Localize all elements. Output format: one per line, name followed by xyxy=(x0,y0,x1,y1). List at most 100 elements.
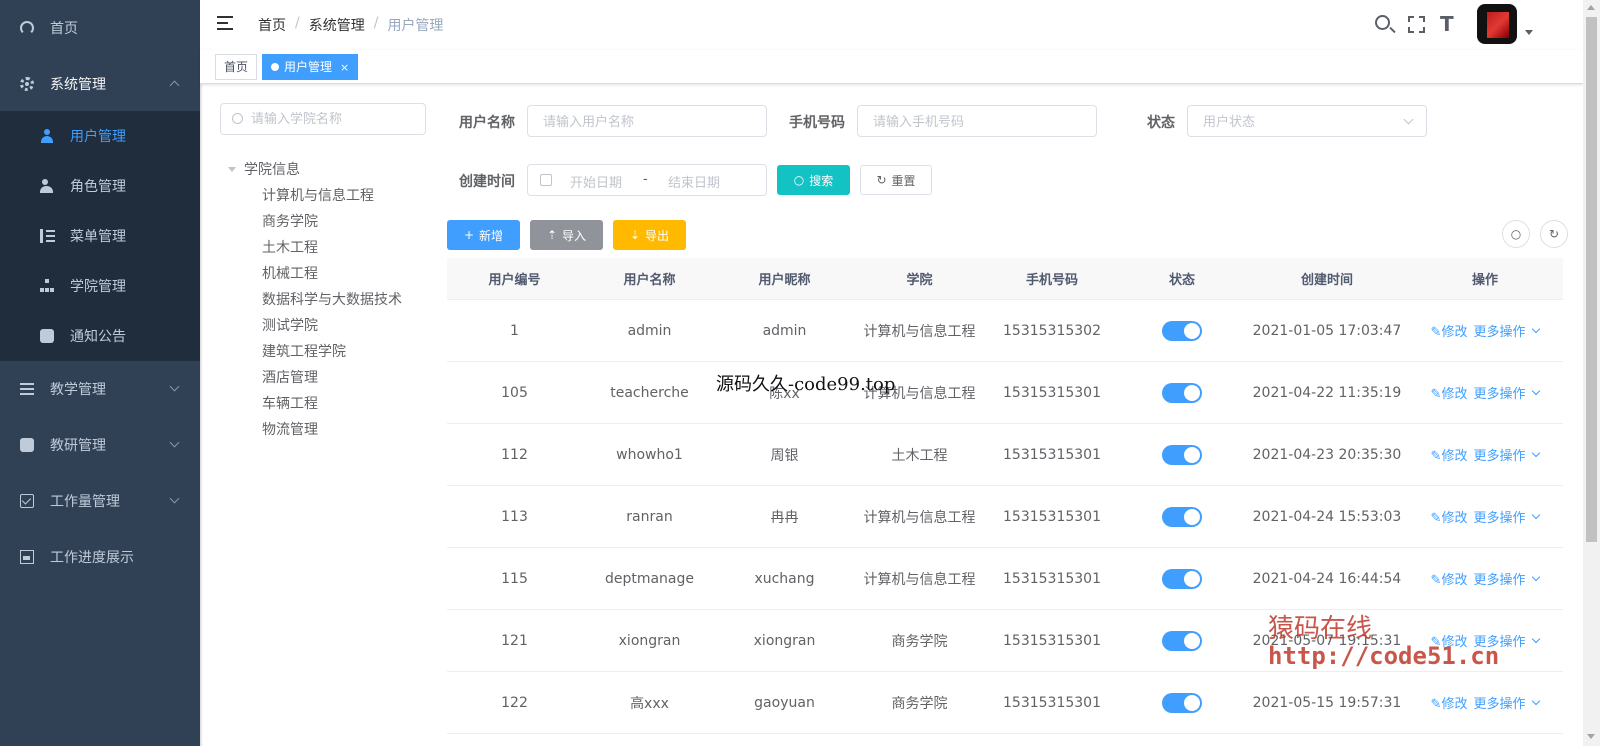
column-header: 手机号码 xyxy=(1025,273,1078,288)
status-toggle[interactable] xyxy=(1162,320,1202,341)
caret-down-icon[interactable] xyxy=(1525,30,1533,35)
page-scrollbar[interactable] xyxy=(1583,0,1600,746)
table-cell-status xyxy=(1117,672,1247,733)
username-input[interactable] xyxy=(527,105,767,137)
sidebar-item-workload[interactable]: 工作量管理 xyxy=(0,473,200,529)
sidebar-item-notices[interactable]: 通知公告 xyxy=(0,311,200,361)
tree-root-label: 学院信息 xyxy=(244,162,300,178)
chevron-up-icon xyxy=(169,80,180,91)
export-button[interactable]: ⇣ 导出 xyxy=(613,220,686,250)
tree-node[interactable]: 车辆工程 xyxy=(262,393,318,413)
tree-node[interactable]: 酒店管理 xyxy=(262,367,318,387)
status-toggle[interactable] xyxy=(1162,630,1202,651)
breadcrumb-home[interactable]: 首页 xyxy=(258,15,286,35)
sidebar-item-home[interactable]: 首页 xyxy=(0,0,200,56)
tree-node[interactable]: 商务学院 xyxy=(262,211,318,231)
tag-home[interactable]: 首页 xyxy=(215,54,258,80)
edit-button[interactable]: ✎修改 xyxy=(1431,569,1468,588)
more-actions-dropdown[interactable]: 更多操作 xyxy=(1473,321,1541,340)
edit-button[interactable]: ✎修改 xyxy=(1431,693,1468,712)
tree-node[interactable]: 物流管理 xyxy=(262,419,318,439)
search-button[interactable]: ○ 搜索 xyxy=(777,165,850,195)
fullscreen-icon[interactable] xyxy=(1408,16,1425,33)
sidebar-item-progress[interactable]: 工作进度展示 xyxy=(0,529,200,585)
reset-button[interactable]: ↻ 重置 xyxy=(860,165,932,195)
scroll-down-icon[interactable] xyxy=(1587,734,1595,739)
refresh-button[interactable]: ↻ xyxy=(1540,220,1568,248)
sidebar-item-users[interactable]: 用户管理 xyxy=(0,111,200,161)
more-actions-dropdown[interactable]: 更多操作 xyxy=(1473,507,1541,526)
table-cell-created: 2021-04-23 20:35:30 xyxy=(1252,446,1402,463)
college-search-input[interactable] xyxy=(220,103,426,135)
avatar[interactable] xyxy=(1477,4,1517,44)
status-toggle[interactable] xyxy=(1162,692,1202,713)
status-select[interactable] xyxy=(1187,105,1427,137)
plus-icon: + xyxy=(463,228,475,242)
chevron-down-icon xyxy=(1532,634,1541,644)
status-toggle[interactable] xyxy=(1162,506,1202,527)
more-actions-dropdown[interactable]: 更多操作 xyxy=(1473,383,1541,402)
table-cell-id: 105 xyxy=(501,384,528,401)
chevron-down-icon xyxy=(1532,448,1541,458)
tree-root[interactable]: 学院信息 xyxy=(228,159,300,179)
breadcrumb-separator: / xyxy=(295,15,300,31)
sidebar-item-label: 首页 xyxy=(50,21,78,37)
table-cell-college: 计算机与信息工程 xyxy=(863,571,976,588)
phone-field[interactable] xyxy=(873,112,1064,132)
hamburger-icon[interactable] xyxy=(217,16,233,30)
search-icon[interactable] xyxy=(1375,15,1390,30)
sidebar-item-teaching[interactable]: 教学管理 xyxy=(0,361,200,417)
toggle-search-button[interactable]: ○ xyxy=(1502,220,1530,248)
tree-node[interactable]: 机械工程 xyxy=(262,263,318,283)
tree-node[interactable]: 测试学院 xyxy=(262,315,318,335)
sidebar-item-system[interactable]: 系统管理 xyxy=(0,56,200,112)
sidebar-item-roles[interactable]: 角色管理 xyxy=(0,161,200,211)
caret-down-icon[interactable] xyxy=(228,166,236,172)
tag-user-management[interactable]: 用户管理 × xyxy=(262,54,359,80)
tree-node[interactable]: 计算机与信息工程 xyxy=(262,185,374,205)
scroll-up-icon[interactable] xyxy=(1587,5,1595,10)
table-cell-username: whowho1 xyxy=(616,446,683,463)
username-field[interactable] xyxy=(543,112,734,132)
more-actions-dropdown[interactable]: 更多操作 xyxy=(1473,569,1541,588)
breadcrumb-system[interactable]: 系统管理 xyxy=(309,15,365,35)
edit-button[interactable]: ✎修改 xyxy=(1431,445,1468,464)
edit-button[interactable]: ✎修改 xyxy=(1431,507,1468,526)
chevron-down-icon xyxy=(1532,510,1541,520)
tree-node[interactable]: 建筑工程学院 xyxy=(262,341,346,361)
table-cell-phone: 15315315301 xyxy=(1003,384,1101,401)
scrollbar-thumb[interactable] xyxy=(1586,17,1597,542)
add-button[interactable]: + 新增 xyxy=(447,220,520,250)
edit-button[interactable]: ✎修改 xyxy=(1431,321,1468,340)
table-cell-phone: 15315315301 xyxy=(1003,508,1101,525)
sidebar-item-colleges[interactable]: 学院管理 xyxy=(0,261,200,311)
message-icon xyxy=(20,438,34,452)
close-icon[interactable]: × xyxy=(340,61,349,74)
table-cell-nickname: admin xyxy=(762,322,807,339)
font-size-icon[interactable] xyxy=(1440,12,1460,36)
phone-input[interactable] xyxy=(857,105,1097,137)
more-actions-label: 更多操作 xyxy=(1473,511,1526,526)
sidebar-item-label: 系统管理 xyxy=(50,77,106,93)
status-toggle[interactable] xyxy=(1162,568,1202,589)
start-date-input[interactable]: 开始日期 xyxy=(570,172,622,191)
end-date-input[interactable]: 结束日期 xyxy=(668,172,720,191)
tree-node[interactable]: 数据科学与大数据技术 xyxy=(262,289,402,309)
status-field[interactable] xyxy=(1203,112,1394,132)
table-cell-created: 2021-01-05 17:03:47 xyxy=(1252,322,1402,339)
date-range-picker[interactable]: 开始日期 - 结束日期 xyxy=(527,164,767,196)
sidebar-item-menus[interactable]: 菜单管理 xyxy=(0,211,200,261)
sidebar-item-research[interactable]: 教研管理 xyxy=(0,417,200,473)
edit-icon: ✎ xyxy=(1430,449,1442,464)
college-search-field[interactable] xyxy=(251,109,421,129)
more-actions-dropdown[interactable]: 更多操作 xyxy=(1473,693,1541,712)
table-cell-actions: ✎修改 更多操作 xyxy=(1407,672,1563,733)
column-header: 创建时间 xyxy=(1300,273,1353,288)
table-cell-status xyxy=(1117,548,1247,609)
more-actions-dropdown[interactable]: 更多操作 xyxy=(1473,445,1541,464)
status-toggle[interactable] xyxy=(1162,382,1202,403)
status-toggle[interactable] xyxy=(1162,444,1202,465)
import-button[interactable]: ⇡ 导入 xyxy=(530,220,603,250)
tree-node[interactable]: 土木工程 xyxy=(262,237,318,257)
edit-button[interactable]: ✎修改 xyxy=(1431,383,1468,402)
